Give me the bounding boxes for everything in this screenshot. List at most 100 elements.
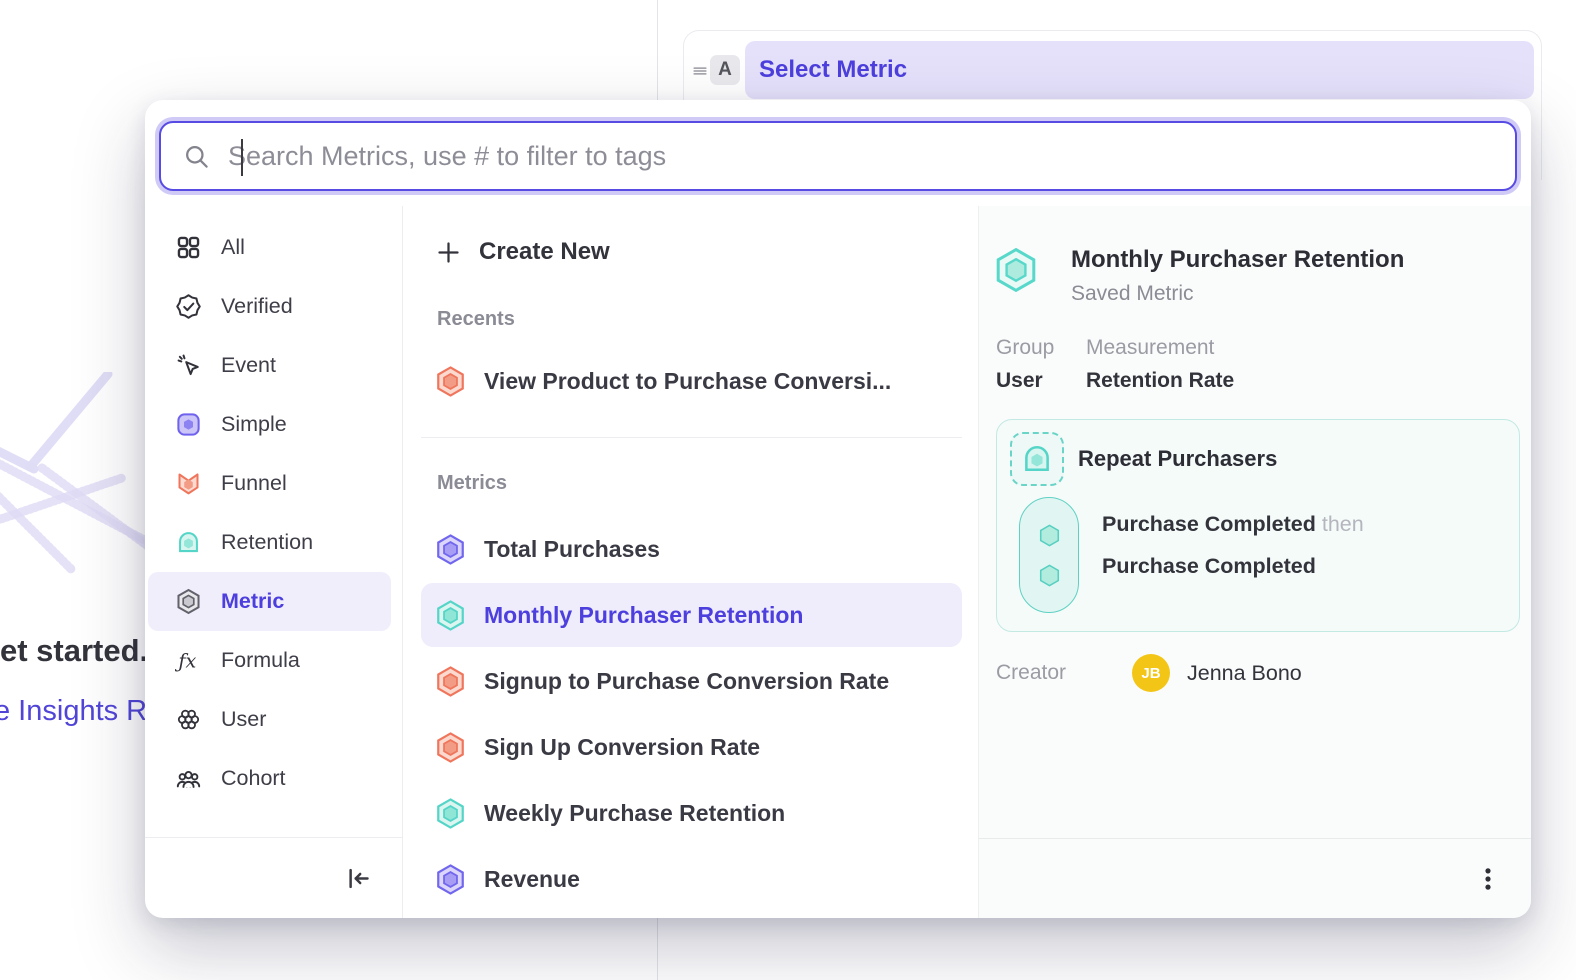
sidebar-item-retention[interactable]: Retention xyxy=(145,513,402,572)
sidebar-footer xyxy=(145,837,402,918)
detail-title: Monthly Purchaser Retention xyxy=(1071,246,1404,274)
step-1-connector: then xyxy=(1322,512,1364,536)
group-value: User xyxy=(996,369,1086,393)
collapse-sidebar-icon[interactable] xyxy=(345,865,372,892)
detail-footer xyxy=(979,838,1531,918)
metric-item-revenue[interactable]: Revenue xyxy=(421,847,962,911)
sidebar-item-funnel[interactable]: Funnel xyxy=(145,454,402,513)
verified-badge-icon xyxy=(175,293,202,320)
screen: et started. e Insights Re A Select Metri… xyxy=(0,0,1576,980)
drag-handle-icon[interactable] xyxy=(690,61,710,81)
more-options-icon[interactable] xyxy=(1475,866,1501,892)
sidebar-item-cohort[interactable]: Cohort xyxy=(145,749,402,808)
metric-item-label: Signup to Purchase Conversion Rate xyxy=(484,668,889,695)
creator-label: Creator xyxy=(996,661,1132,685)
recents-section-header: Recents xyxy=(437,308,962,331)
background-link-partial[interactable]: e Insights Re xyxy=(0,695,163,728)
sidebar-item-label: Formula xyxy=(221,648,300,673)
step-2: Purchase Completed xyxy=(1102,554,1364,579)
metric-item-label: Sign Up Conversion Rate xyxy=(484,734,760,761)
funnel-metric-icon xyxy=(175,470,202,497)
measurement-label: Measurement xyxy=(1086,336,1234,360)
step-2-event: Purchase Completed xyxy=(1102,554,1316,578)
event-cursor-icon xyxy=(175,352,202,379)
creator-row: Creator JB Jenna Bono xyxy=(996,654,1531,692)
definition-steps: Purchase Completedthen Purchase Complete… xyxy=(1019,497,1503,613)
saved-metric-hexagon-icon xyxy=(992,246,1040,294)
search-icon xyxy=(183,143,210,170)
sidebar-item-formula[interactable]: ƒx Formula xyxy=(145,631,402,690)
plus-icon xyxy=(435,239,462,266)
group-property: Group User xyxy=(996,336,1086,393)
search-bar-area xyxy=(145,100,1531,206)
step-sequence-capsule xyxy=(1019,497,1079,613)
metric-item-total-purchases[interactable]: Total Purchases xyxy=(421,517,962,581)
recent-item-label: View Product to Purchase Conversi... xyxy=(484,368,891,395)
metric-item-label: Total Purchases xyxy=(484,536,660,563)
retention-definition-card: Repeat Purchasers Purchase Comp xyxy=(996,419,1520,632)
grid-icon xyxy=(175,234,202,261)
step-1-event: Purchase Completed xyxy=(1102,512,1316,536)
sidebar-item-label: Cohort xyxy=(221,766,286,791)
sidebar-item-label: Metric xyxy=(221,589,284,614)
select-metric-button[interactable]: Select Metric xyxy=(745,41,1534,99)
metric-hexagon-icon xyxy=(434,665,467,698)
retention-behavior-icon xyxy=(1010,432,1064,486)
metric-item-label: Weekly Purchase Retention xyxy=(484,800,785,827)
definition-header: Repeat Purchasers xyxy=(1010,432,1503,486)
modal-body: All Verified Event xyxy=(145,206,1531,918)
search-input[interactable] xyxy=(228,141,1493,172)
user-cluster-icon xyxy=(175,706,202,733)
type-filter-sidebar: All Verified Event xyxy=(145,206,403,918)
metric-item-sign-up-conversion-rate[interactable]: Sign Up Conversion Rate xyxy=(421,715,962,779)
sidebar-item-verified[interactable]: Verified xyxy=(145,277,402,336)
recent-item-view-product-funnel[interactable]: View Product to Purchase Conversi... xyxy=(421,349,962,413)
retention-metric-icon xyxy=(175,529,202,556)
metric-item-label: Monthly Purchaser Retention xyxy=(484,602,803,629)
metric-item-weekly-purchase-retention[interactable]: Weekly Purchase Retention xyxy=(421,781,962,845)
sidebar-item-label: User xyxy=(221,707,266,732)
sidebar-item-label: All xyxy=(221,235,245,260)
metric-hexagon-icon xyxy=(434,599,467,632)
metric-picker-modal: All Verified Event xyxy=(145,100,1531,918)
sidebar-item-label: Funnel xyxy=(221,471,287,496)
creator-name: Jenna Bono xyxy=(1187,661,1302,686)
metric-item-label: Revenue xyxy=(484,866,580,893)
sidebar-item-user[interactable]: User xyxy=(145,690,402,749)
funnel-hexagon-icon xyxy=(434,365,467,398)
formula-icon: ƒx xyxy=(175,647,202,674)
measurement-property: Measurement Retention Rate xyxy=(1086,336,1234,393)
sidebar-item-label: Simple xyxy=(221,412,287,437)
select-metric-label: Select Metric xyxy=(759,56,907,84)
cohort-people-icon xyxy=(175,765,202,792)
creator-avatar: JB xyxy=(1132,654,1170,692)
sidebar-item-metric[interactable]: Metric xyxy=(148,572,391,631)
sidebar-item-all[interactable]: All xyxy=(145,218,402,277)
step-hexagon-icon xyxy=(1036,522,1063,549)
detail-header: Monthly Purchaser Retention Saved Metric xyxy=(992,246,1511,306)
retention-arch-icon xyxy=(1020,442,1054,476)
metric-item-signup-to-purchase-conversion-rate[interactable]: Signup to Purchase Conversion Rate xyxy=(421,649,962,713)
step-hexagon-icon xyxy=(1036,562,1063,589)
search-box[interactable] xyxy=(159,121,1517,191)
sidebar-item-event[interactable]: Event xyxy=(145,336,402,395)
step-1: Purchase Completedthen xyxy=(1102,512,1364,537)
metric-item-monthly-purchaser-retention[interactable]: Monthly Purchaser Retention xyxy=(421,583,962,647)
metric-hexagon-icon xyxy=(434,797,467,830)
sidebar-item-label: Retention xyxy=(221,530,313,555)
sidebar-item-simple[interactable]: Simple xyxy=(145,395,402,454)
metric-hexagon-icon xyxy=(175,588,202,615)
simple-metric-icon xyxy=(175,411,202,438)
create-new-button[interactable]: Create New xyxy=(421,220,962,284)
metric-row-badge: A xyxy=(710,55,740,85)
svg-text:ƒx: ƒx xyxy=(175,649,196,672)
group-label: Group xyxy=(996,336,1086,360)
create-new-label: Create New xyxy=(479,238,610,266)
metric-hexagon-icon xyxy=(434,863,467,896)
section-divider xyxy=(421,437,962,438)
detail-properties: Group User Measurement Retention Rate xyxy=(996,336,1531,393)
metric-hexagon-icon xyxy=(434,533,467,566)
sidebar-item-label: Verified xyxy=(221,294,293,319)
text-caret xyxy=(241,139,243,176)
metric-detail-panel: Monthly Purchaser Retention Saved Metric… xyxy=(978,206,1531,918)
